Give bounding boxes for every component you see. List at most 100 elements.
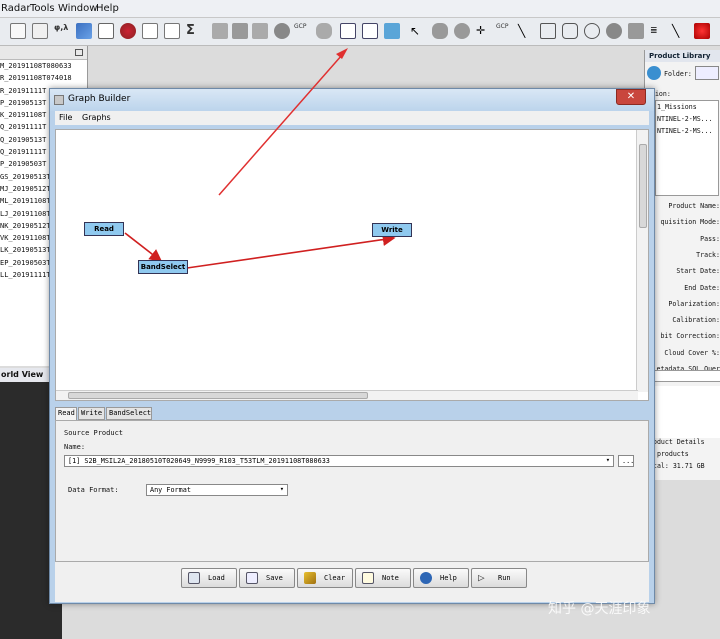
- magic-wand-icon[interactable]: [606, 23, 622, 39]
- product-library-panel: Product Library Folder: ssion: 1_Mission…: [644, 50, 720, 480]
- menu-tools[interactable]: Tools: [30, 3, 55, 14]
- save-button[interactable]: Save: [239, 568, 295, 588]
- data-format-select[interactable]: Any Format ▾: [146, 484, 288, 496]
- mission-list[interactable]: 1_Missions NTINEL-2-MS... NTINEL-2-MS...: [655, 100, 719, 196]
- mission-item[interactable]: 1_Missions: [657, 103, 697, 111]
- source-product-value: [1] S2B_MSIL2A_20180510T020649_N9999_R10…: [68, 457, 330, 465]
- profile-plot-icon[interactable]: [142, 23, 158, 39]
- spectrum-icon[interactable]: [164, 23, 180, 39]
- menu-window[interactable]: Window: [58, 3, 97, 14]
- graph-builder-icon[interactable]: [340, 23, 356, 39]
- play-icon: ▷: [478, 571, 485, 584]
- mission-item[interactable]: NTINEL-2-MS...: [657, 127, 713, 135]
- node-read[interactable]: Read: [84, 222, 124, 236]
- results-area: [645, 386, 720, 438]
- search-field-label: Polarization:: [668, 299, 720, 308]
- broom-icon: [304, 572, 316, 584]
- source-product-label: Source Product: [64, 429, 124, 437]
- search-field-label: Start Date:: [676, 267, 720, 276]
- node-bandselect[interactable]: BandSelect: [138, 260, 188, 274]
- folder-button[interactable]: [695, 66, 719, 80]
- draw-icon[interactable]: ╲: [672, 23, 688, 39]
- globe-icon[interactable]: [120, 23, 136, 39]
- ellipse-tool-icon[interactable]: [584, 23, 600, 39]
- source-product-select[interactable]: [1] S2B_MSIL2A_20180510T020649_N9999_R10…: [64, 455, 614, 467]
- app-icon: [54, 95, 64, 105]
- menu-radar[interactable]: Radar: [1, 3, 30, 14]
- range-finder-icon[interactable]: [628, 23, 644, 39]
- product-list-item[interactable]: M_20191108T080633: [0, 60, 87, 72]
- name-label: Name:: [64, 443, 86, 451]
- rectangle-tool-icon[interactable]: [540, 23, 556, 39]
- vertical-scroll-thumb[interactable]: [639, 144, 647, 228]
- edit-tool-icon[interactable]: [32, 23, 48, 39]
- note-icon: [362, 572, 374, 584]
- horizontal-scroll-thumb[interactable]: [68, 392, 368, 399]
- product-total-size: otal: 31.71 GB: [649, 462, 705, 470]
- search-field-label: quisition Mode:: [660, 218, 720, 227]
- help-icon: [420, 572, 432, 584]
- metadata-query-field[interactable]: [649, 370, 720, 382]
- select-pointer-icon[interactable]: ↖: [410, 23, 426, 39]
- help-button[interactable]: Help: [413, 568, 469, 588]
- horizontal-scrollbar[interactable]: [56, 390, 638, 400]
- tab-write[interactable]: Write: [78, 407, 105, 420]
- menu-help[interactable]: Help: [96, 3, 119, 14]
- edge-bandselect-write: [186, 233, 396, 269]
- menu-file[interactable]: File: [59, 113, 72, 122]
- search-field-label: Pass:: [700, 234, 720, 243]
- refresh-icon[interactable]: [647, 66, 661, 80]
- vertical-scrollbar[interactable]: [636, 130, 648, 392]
- batch-processing-icon[interactable]: [362, 23, 378, 39]
- zoom-icon[interactable]: [454, 23, 470, 39]
- tool-icon-d[interactable]: [274, 23, 290, 39]
- pan-icon[interactable]: [432, 23, 448, 39]
- node-write[interactable]: Write: [372, 223, 412, 237]
- tool-icon-e[interactable]: [316, 23, 332, 39]
- layer-icon[interactable]: ≣: [650, 23, 666, 39]
- load-button[interactable]: Load: [181, 568, 237, 588]
- clear-button[interactable]: Clear: [297, 568, 353, 588]
- star-icon[interactable]: [694, 23, 710, 39]
- note-button[interactable]: Note: [355, 568, 411, 588]
- search-field-label: Track:: [696, 250, 720, 259]
- gcp-icon[interactable]: GCP: [294, 23, 310, 39]
- tab-read[interactable]: Read: [55, 407, 77, 420]
- chevron-down-icon: ▾: [605, 456, 610, 464]
- toolbar: φ,λ Σ GCP ↖ ✛ GCP ╲ ≣ ╲: [0, 18, 720, 46]
- product-list-item[interactable]: R_20191108T074018: [0, 72, 87, 84]
- line-tool-icon[interactable]: ╲: [518, 23, 534, 39]
- search-field-label: Product Name:: [668, 202, 720, 210]
- gcp-placing-icon[interactable]: GCP: [496, 23, 512, 39]
- close-button[interactable]: ✕: [616, 89, 646, 105]
- graph-builder-dialog: Graph Builder ✕ File Graphs Read BandSel…: [49, 88, 655, 604]
- chevron-down-icon: ▾: [279, 485, 284, 493]
- tab-bandselect[interactable]: BandSelect: [106, 407, 152, 420]
- polygon-tool-icon[interactable]: [562, 23, 578, 39]
- search-field-label: End Date:: [684, 283, 720, 292]
- tool-icon-b[interactable]: [232, 23, 248, 39]
- graph-canvas[interactable]: Read BandSelect Write: [55, 129, 649, 401]
- mission-item[interactable]: NTINEL-2-MS...: [657, 115, 713, 123]
- browse-button[interactable]: ...: [618, 455, 634, 467]
- scatter-plot-icon[interactable]: [98, 23, 114, 39]
- menu-graphs[interactable]: Graphs: [82, 113, 111, 122]
- edge-read-bandselect: [124, 232, 163, 262]
- product-library-icon[interactable]: [384, 23, 400, 39]
- tool-icon-c[interactable]: [252, 23, 268, 39]
- data-format-label: Data Format:: [68, 486, 119, 494]
- minimize-icon[interactable]: [75, 49, 83, 56]
- phi-lambda-icon[interactable]: φ,λ: [54, 23, 70, 39]
- pin-icon[interactable]: ✛: [476, 23, 492, 39]
- statistics-sigma-icon[interactable]: Σ: [186, 23, 202, 39]
- folder-label[interactable]: Folder:: [664, 70, 692, 78]
- watermark: 知乎 @天涯印象: [548, 601, 651, 617]
- read-tab-pane: Source Product Name: [1] S2B_MSIL2A_2018…: [55, 420, 649, 562]
- polyline-tool-icon[interactable]: [10, 23, 26, 39]
- histogram-icon[interactable]: [76, 23, 92, 39]
- tool-icon-a[interactable]: [212, 23, 228, 39]
- run-button[interactable]: ▷ Run: [471, 568, 527, 588]
- product-library-title: Product Library: [645, 50, 720, 62]
- dialog-title: Graph Builder: [68, 94, 131, 104]
- search-field-label: bit Correction:: [660, 332, 720, 341]
